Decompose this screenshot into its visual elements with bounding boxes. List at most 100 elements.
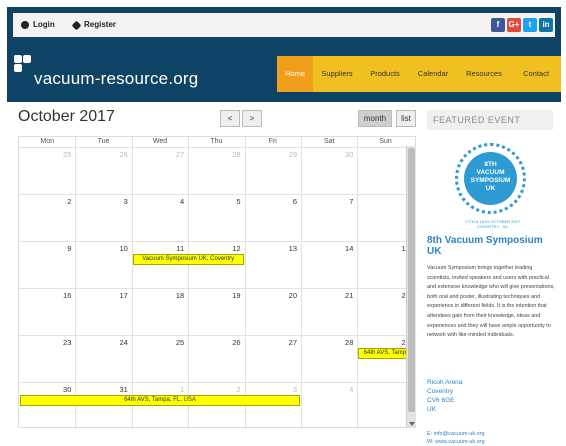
day-cell[interactable]: 12 [191,244,240,253]
day-cell[interactable]: 16 [21,291,71,300]
day-cell[interactable]: 15 [360,244,409,253]
day-cell[interactable]: 18 [134,291,184,300]
emblem-line: UK [485,185,496,192]
day-cell[interactable]: 19 [191,291,240,300]
event-emblem: 8TH VACUUM SYMPOSIUM UK [455,143,526,214]
linkedin-icon[interactable]: in [539,18,553,32]
prev-month-button[interactable]: < [220,110,240,127]
day-cell[interactable]: 1 [134,385,184,394]
nav-resources[interactable]: Resources [457,56,511,92]
day-cell[interactable]: 30 [21,385,71,394]
day-cell[interactable]: 28 [303,338,353,347]
calendar-event[interactable]: Vacuum Symposium UK, Coventry [132,254,244,265]
day-cell[interactable]: 10 [78,244,127,253]
nav-products[interactable]: Products [361,56,409,92]
day-cell[interactable]: 26 [191,338,240,347]
twitter-icon[interactable]: t [523,18,537,32]
day-cell[interactable]: 11 [134,244,184,253]
day-cell[interactable]: 23 [21,338,71,347]
grid-line [19,288,417,289]
day-cell[interactable]: 24 [78,338,127,347]
day-cell[interactable]: 25 [21,150,71,159]
calendar-scrollbar[interactable] [406,146,416,428]
day-cell[interactable]: 17 [78,291,127,300]
day-cell[interactable]: 3 [247,385,297,394]
top-bar: Login Register f G+ t in [13,13,555,37]
day-cell[interactable]: 3 [78,197,128,206]
day-cell[interactable]: 5 [360,385,410,394]
power-icon [21,21,29,29]
weekday-header: Sat [323,138,335,145]
gear-icon [71,20,82,30]
day-cell[interactable]: 27 [134,150,184,159]
day-cell[interactable]: 7 [303,197,353,206]
nav-suppliers[interactable]: Suppliers [313,56,361,92]
nav-contact[interactable]: Contact [511,56,561,92]
day-cell[interactable]: 22 [360,291,409,300]
address-line: CV6 6GE [427,397,455,404]
nav-home[interactable]: Home [277,56,313,92]
day-cell[interactable]: 25 [134,338,184,347]
day-cell[interactable]: 29 [360,338,409,347]
day-cell[interactable]: 2 [21,197,71,206]
weekday-header: Fri [268,138,277,145]
grid-line [19,147,417,148]
emblem-line: SYMPOSIUM [470,177,511,184]
day-cell[interactable]: 29 [247,150,297,159]
event-title[interactable]: 8th Vacuum Symposium UK [427,235,557,257]
login-label: Login [33,20,55,29]
grid-line [188,137,190,429]
day-cell[interactable]: 2 [191,385,240,394]
day-cell[interactable]: 20 [247,291,297,300]
event-web-link[interactable]: W: www.vacuum-uk.org [427,438,557,446]
emblem-line: VACUUM [476,169,505,176]
calendar-title: October 2017 [18,108,115,125]
day-cell[interactable]: 9 [21,244,71,253]
day-cell[interactable]: 30 [303,150,353,159]
day-cell[interactable]: 28 [191,150,240,159]
weekday-header: Thu [210,138,223,145]
facebook-icon[interactable]: f [491,18,505,32]
scrollbar-thumb[interactable] [408,148,415,412]
google-plus-icon[interactable]: G+ [507,18,521,32]
grid-line [19,382,417,383]
login-link[interactable]: Login [21,13,55,37]
event-description: Vacuum Symposium brings together leading… [427,265,555,339]
calendar-event[interactable]: 64th AVS, Tampa, FL, USA [20,395,300,406]
day-cell[interactable]: 5 [191,197,240,206]
day-cell[interactable]: 31 [78,385,127,394]
featured-event-heading: FEATURED EVENT [427,110,553,130]
day-cell[interactable]: 26 [78,150,127,159]
day-cell[interactable]: 6 [247,197,297,206]
site-logo-text[interactable]: vacuum-resource.org [34,69,198,89]
day-cell[interactable]: 21 [303,291,353,300]
day-cell[interactable]: 14 [303,244,353,253]
weekday-header: Wed [152,138,168,145]
grid-line [301,137,302,429]
grid-line [19,335,417,336]
event-email-link[interactable]: E: info@vacuum-uk.org [427,430,557,438]
day-cell[interactable]: 8 [360,197,410,206]
grid-line [357,137,359,429]
main-nav: Home Suppliers Products Calendar Resourc… [277,56,561,92]
grid-line [19,194,417,195]
month-view-button[interactable]: month [358,110,392,127]
emblem-line: 8TH [484,161,497,168]
event-contact: E: info@vacuum-uk.org W: www.vacuum-uk.o… [427,430,557,446]
day-cell[interactable]: 4 [134,197,184,206]
address-line: Ricoh Arena [427,379,463,386]
day-cell[interactable]: 13 [247,244,297,253]
day-cell[interactable]: 27 [247,338,297,347]
day-cell[interactable]: 4 [303,385,353,394]
list-view-button[interactable]: list [396,110,416,127]
nav-calendar[interactable]: Calendar [409,56,457,92]
emblem-subtitle: 17TH & 18TH OCTOBER 2017 COVENTRY · UK [464,219,521,229]
next-month-button[interactable]: > [242,110,262,127]
day-cell[interactable]: 1 [360,150,410,159]
grid-line [19,241,417,242]
scroll-down-icon[interactable] [409,422,415,426]
address-line: UK [427,406,437,413]
logo-icon[interactable] [14,55,31,72]
grid-line [75,137,77,429]
register-link[interactable]: Register [71,13,116,37]
